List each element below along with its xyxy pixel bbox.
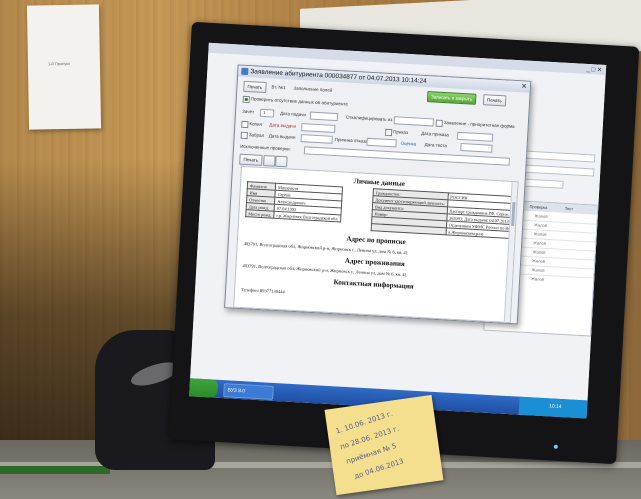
order-date-input[interactable] bbox=[456, 131, 494, 142]
test-date-input[interactable] bbox=[460, 143, 493, 153]
order-label: Приказ bbox=[393, 129, 409, 136]
ok-button[interactable]: Печать bbox=[239, 153, 263, 166]
report-preview[interactable]: Личные данные Фамилия Мишечкин Имя Сергей … bbox=[233, 165, 519, 324]
grid-cell[interactable]: Жалоб bbox=[534, 222, 547, 228]
taskbar-item[interactable]: ВУЗ 8.0 bbox=[223, 383, 274, 400]
phone-text: Телефон: 89377130444 bbox=[241, 286, 285, 295]
reason-input[interactable] bbox=[366, 137, 397, 148]
wall-note-text: 1-й Пропуск bbox=[47, 60, 71, 67]
monitor-screen: _ □ ✕ Дата Проверка Тест Жалоб Жалоб bbox=[189, 42, 607, 419]
grid-header-cell[interactable]: Тест bbox=[562, 204, 598, 215]
issue-date-input[interactable] bbox=[301, 123, 336, 133]
scrollbar-thumb[interactable] bbox=[511, 201, 516, 227]
grid-cell[interactable]: Жалоб bbox=[532, 267, 545, 273]
withdrew-date-label: Дата выдачи bbox=[268, 133, 296, 140]
check-label: Проверить отсутствие данных об абитуриен… bbox=[250, 96, 349, 107]
order-checkbox[interactable] bbox=[384, 128, 393, 137]
reason-label: Причина отказа bbox=[334, 136, 368, 144]
wall-paper-note: 1-й Пропуск bbox=[26, 4, 102, 130]
check-checkbox[interactable] bbox=[242, 95, 250, 104]
personal-table-left: Фамилия Мишечкин Имя Сергей Отчество Алекса… bbox=[245, 181, 343, 222]
grid-cell[interactable]: Жалоб bbox=[532, 258, 545, 264]
application-label: Заявление - приоритетная форма bbox=[443, 120, 515, 129]
applicant-dialog: Заявление абитуриента 000034877 от 04.07… bbox=[224, 64, 532, 325]
power-led bbox=[553, 444, 558, 449]
window-controls[interactable]: _ □ ✕ bbox=[586, 66, 602, 74]
save-close-button[interactable]: Записать и закрыть bbox=[426, 91, 477, 105]
grade-label: Оценка bbox=[400, 140, 417, 147]
grid-cell[interactable]: Жалоб bbox=[534, 231, 547, 237]
withdrew-label: Забрал bbox=[248, 132, 265, 139]
close-icon[interactable]: ✕ bbox=[521, 82, 527, 90]
start-button[interactable] bbox=[189, 378, 219, 398]
enrolled-label: Откалифицировать из bbox=[345, 114, 393, 123]
grid-cell[interactable]: Жалоб bbox=[533, 249, 546, 255]
app-icon bbox=[241, 67, 249, 76]
toolbar-label[interactable]: Заполнение полей bbox=[293, 86, 332, 93]
course-input[interactable]: 1 bbox=[259, 108, 275, 118]
order-date-label: Дата приказа bbox=[421, 130, 450, 138]
print-button[interactable]: Печать bbox=[243, 80, 267, 94]
withdrew-date-input[interactable] bbox=[300, 134, 333, 144]
sticky-note: 1. 10.06. 2013 г. по 28.06. 2013 г. приё… bbox=[324, 394, 444, 496]
application-checkbox[interactable] bbox=[435, 119, 443, 127]
nav-prev-button[interactable] bbox=[263, 155, 276, 167]
clock: 10:14 bbox=[548, 403, 562, 411]
test-date-label: Дата теста bbox=[424, 141, 448, 149]
write-button[interactable]: Печать bbox=[482, 94, 507, 107]
issue-date-label: Дата выдачи bbox=[269, 122, 297, 129]
date-label: Дата подачи bbox=[279, 110, 307, 118]
nav-next-button[interactable] bbox=[275, 155, 288, 168]
grid-cell[interactable]: Жалоб bbox=[533, 240, 546, 246]
toolbar-label[interactable]: Вт. №1 bbox=[271, 84, 286, 90]
withdrew-checkbox[interactable] bbox=[240, 131, 248, 140]
copy-label: Копия bbox=[249, 121, 263, 127]
green-object bbox=[0, 466, 110, 474]
date-input[interactable] bbox=[309, 111, 339, 122]
course-label: Зачёт bbox=[241, 108, 255, 115]
grid-header-cell[interactable]: Проверка bbox=[526, 202, 562, 213]
history-label: Исключенные проверки: bbox=[240, 143, 291, 152]
row-key: Место рожд. bbox=[245, 209, 275, 219]
personal-table-right: Гражданство: РОССИЯ Документ удостоверяющ… bbox=[371, 188, 519, 241]
copy-checkbox[interactable] bbox=[241, 120, 249, 129]
enrolled-input[interactable] bbox=[393, 116, 434, 127]
grid-cell[interactable]: Жалоб bbox=[531, 276, 544, 282]
grid-cell[interactable]: Жалоб bbox=[535, 213, 548, 219]
